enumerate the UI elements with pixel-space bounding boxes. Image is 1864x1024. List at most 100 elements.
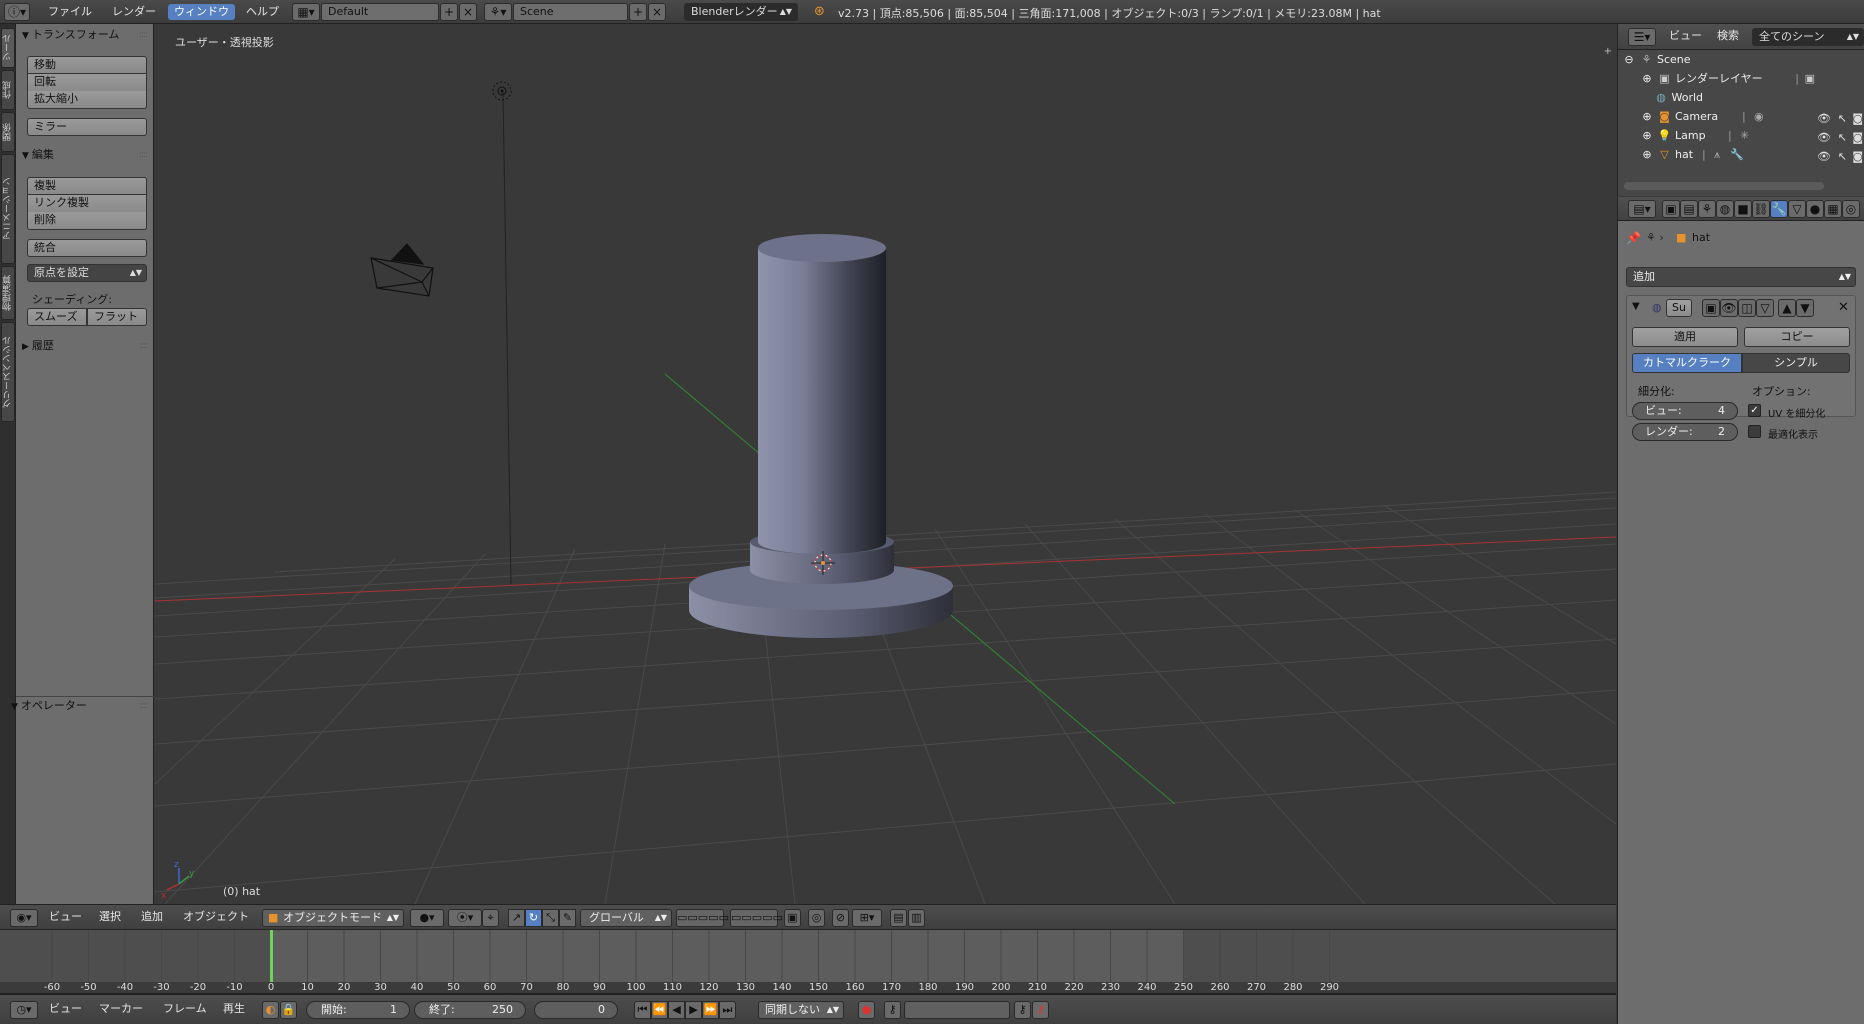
viewport-visibility-icon[interactable]: 👁 bbox=[1720, 299, 1738, 317]
expand-icon[interactable]: ⊕ bbox=[1640, 148, 1654, 162]
layers-group-1[interactable]: ▭▭▭▭▭ bbox=[676, 909, 729, 927]
lock-time-cursor-icon[interactable]: 🔒 bbox=[280, 1001, 297, 1019]
menu-view[interactable]: ビュー bbox=[44, 909, 87, 927]
move-up-icon[interactable]: ▲ bbox=[1778, 299, 1796, 317]
duplicate-button[interactable]: 複製 bbox=[27, 177, 147, 195]
record-icon[interactable]: ● bbox=[858, 1001, 875, 1019]
object-tab-icon[interactable]: ■ bbox=[1734, 200, 1752, 218]
display-mode-select[interactable]: 全てのシーン ▲▼ bbox=[1752, 28, 1864, 46]
play-reverse-icon[interactable]: ◀ bbox=[668, 1001, 685, 1019]
menu-window[interactable]: ウィンドウ bbox=[168, 4, 235, 20]
hat-mesh[interactable] bbox=[689, 234, 953, 638]
snap-toggle-icon[interactable]: ⊘ bbox=[832, 909, 849, 927]
viewport-shading-icon[interactable]: ●▾ bbox=[410, 909, 444, 927]
scale-button[interactable]: 拡大縮小 bbox=[27, 91, 147, 109]
tab-physics[interactable]: 物理演算 bbox=[1, 266, 15, 320]
editmode-visibility-icon[interactable]: ◫ bbox=[1738, 299, 1756, 317]
panel-operator-header[interactable]: ▼ オペレーター bbox=[11, 698, 87, 714]
scene-icon[interactable]: ⚘▾ bbox=[484, 3, 512, 21]
editor-type-timeline-icon[interactable]: ◷▾ bbox=[10, 1001, 38, 1019]
pivot-point-icon[interactable]: ⦿▾ bbox=[448, 909, 482, 927]
add-modifier-select[interactable]: 追加 ▲▼ bbox=[1626, 267, 1856, 287]
jump-keyframe-back-icon[interactable]: ⏪ bbox=[651, 1001, 668, 1019]
play-icon[interactable]: ▶ bbox=[685, 1001, 702, 1019]
layout-name-field[interactable]: Default bbox=[321, 3, 439, 21]
layers-group-2[interactable]: ▭▭▭▭▭ bbox=[730, 909, 783, 927]
cage-visibility-icon[interactable]: ▽ bbox=[1756, 299, 1774, 317]
collapse-modifier-icon[interactable]: ▼ bbox=[1632, 301, 1640, 312]
tab-grease-pencil[interactable]: グリースペンシル bbox=[1, 322, 15, 422]
keying-set-icon[interactable]: ⚷ bbox=[884, 1001, 901, 1019]
outliner-row-render-layer[interactable]: ⊕ ▣ レンダーレイヤー | ▣ bbox=[1618, 69, 1864, 88]
material-tab-icon[interactable]: ● bbox=[1806, 200, 1824, 218]
camera-object[interactable] bbox=[370, 243, 434, 297]
menu-object[interactable]: オブジェクト bbox=[178, 909, 254, 927]
current-frame-indicator[interactable] bbox=[270, 930, 273, 982]
jump-keyframe-forward-icon[interactable]: ⏩ bbox=[702, 1001, 719, 1019]
render-engine-select[interactable]: Blenderレンダー ▲▼ bbox=[684, 3, 798, 21]
pin-icon[interactable]: 📌 bbox=[1626, 231, 1641, 245]
mode-select[interactable]: ■ オブジェクトモード ▲▼ bbox=[262, 909, 404, 927]
apply-button[interactable]: 適用 bbox=[1632, 327, 1738, 347]
scene-remove-icon[interactable]: × bbox=[648, 3, 666, 21]
manipulator-scale-icon[interactable]: ⤡ bbox=[542, 909, 559, 927]
join-button[interactable]: 統合 bbox=[27, 239, 147, 257]
modifiers-tab-icon[interactable]: 🔧 bbox=[1770, 200, 1788, 218]
editor-type-3d-icon[interactable]: ◉▾ bbox=[10, 909, 38, 927]
sync-mode-select[interactable]: 同期しない ▲▼ bbox=[758, 1001, 844, 1019]
expand-icon[interactable]: ⊕ bbox=[1640, 72, 1654, 86]
visibility-eye-icon[interactable]: 👁 bbox=[1817, 147, 1831, 166]
layout-remove-icon[interactable]: × bbox=[459, 3, 477, 21]
outliner-row-camera[interactable]: ⊕ ◙ Camera | ◉ 👁 ↖ ◙ bbox=[1618, 107, 1864, 126]
outliner-menu-view[interactable]: ビュー bbox=[1664, 28, 1707, 46]
use-preview-range-icon[interactable]: ◐ bbox=[262, 1001, 279, 1019]
lock-layer-icon[interactable]: ▣ bbox=[784, 909, 801, 927]
outliner-menu-search[interactable]: 検索 bbox=[1712, 28, 1744, 46]
menu-marker[interactable]: マーカー bbox=[94, 1001, 148, 1019]
delete-keyframe-icon[interactable]: ⚷ bbox=[1032, 1001, 1049, 1019]
menu-frame[interactable]: フレーム bbox=[158, 1001, 212, 1019]
menu-file[interactable]: ファイル bbox=[42, 4, 98, 20]
panel-grip-icon[interactable]: :::: bbox=[139, 150, 148, 160]
render-visibility-icon[interactable]: ▣ bbox=[1702, 299, 1720, 317]
end-frame-field[interactable]: 終了: 250 bbox=[414, 1001, 526, 1019]
manipulator-translate-icon[interactable]: ↗ bbox=[508, 909, 525, 927]
collapse-icon[interactable]: ⊖ bbox=[1622, 53, 1636, 67]
panel-history-header[interactable]: ▶ 履歴 bbox=[22, 338, 54, 354]
layout-add-icon[interactable]: + bbox=[440, 3, 458, 21]
view-levels-field[interactable]: ビュー: 4 bbox=[1632, 402, 1738, 420]
layout-grid-icon[interactable]: ▦▾ bbox=[292, 3, 320, 21]
scene-name-field[interactable]: Scene bbox=[513, 3, 628, 21]
render-tab-icon[interactable]: ▣ bbox=[1662, 200, 1680, 218]
properties-toggle-icon[interactable]: + bbox=[1604, 46, 1612, 57]
mirror-button[interactable]: ミラー bbox=[27, 118, 147, 136]
menu-add[interactable]: 追加 bbox=[136, 909, 168, 927]
set-origin-dropdown[interactable]: 原点を設定 ▲▼ bbox=[27, 264, 147, 282]
outliner-scrollbar[interactable] bbox=[1624, 182, 1824, 190]
tab-create[interactable]: 作成 bbox=[1, 70, 15, 110]
current-frame-field[interactable]: 0 bbox=[534, 1001, 618, 1019]
rotate-button[interactable]: 回転 bbox=[27, 74, 147, 92]
shade-flat-button[interactable]: フラット bbox=[87, 308, 147, 326]
manipulator-rotate-icon[interactable]: ↻ bbox=[525, 909, 542, 927]
catmull-clark-button[interactable]: カトマルクラーク bbox=[1632, 353, 1742, 373]
tab-animation[interactable]: アニメーション bbox=[1, 154, 15, 264]
remove-modifier-icon[interactable]: ✕ bbox=[1838, 300, 1849, 315]
renderable-camera-icon[interactable]: ◙ bbox=[1852, 147, 1863, 166]
render-preview-icon[interactable]: ▤ bbox=[890, 909, 907, 927]
outliner-row-scene[interactable]: ⊖ ⚘ Scene bbox=[1618, 50, 1864, 69]
tab-tools[interactable]: ツール bbox=[1, 28, 15, 68]
shade-smooth-button[interactable]: スムーズ bbox=[27, 308, 87, 326]
proportional-edit-icon[interactable]: ◎ bbox=[808, 909, 825, 927]
physics-tab-icon[interactable]: ◎ bbox=[1842, 200, 1860, 218]
manipulator-icon[interactable]: ⌖ bbox=[482, 909, 499, 927]
lamp-object[interactable] bbox=[492, 81, 512, 101]
copy-button[interactable]: コピー bbox=[1744, 327, 1850, 347]
start-frame-field[interactable]: 開始: 1 bbox=[306, 1001, 410, 1019]
duplicate-linked-button[interactable]: リンク複製 bbox=[27, 195, 147, 213]
delete-button[interactable]: 削除 bbox=[27, 212, 147, 230]
menu-playback[interactable]: 再生 bbox=[218, 1001, 250, 1019]
editor-type-properties-icon[interactable]: ▤▾ bbox=[1628, 200, 1656, 218]
panel-edit-header[interactable]: ▼ 編集 bbox=[22, 147, 54, 163]
tab-relations[interactable]: 関係 bbox=[1, 112, 15, 152]
